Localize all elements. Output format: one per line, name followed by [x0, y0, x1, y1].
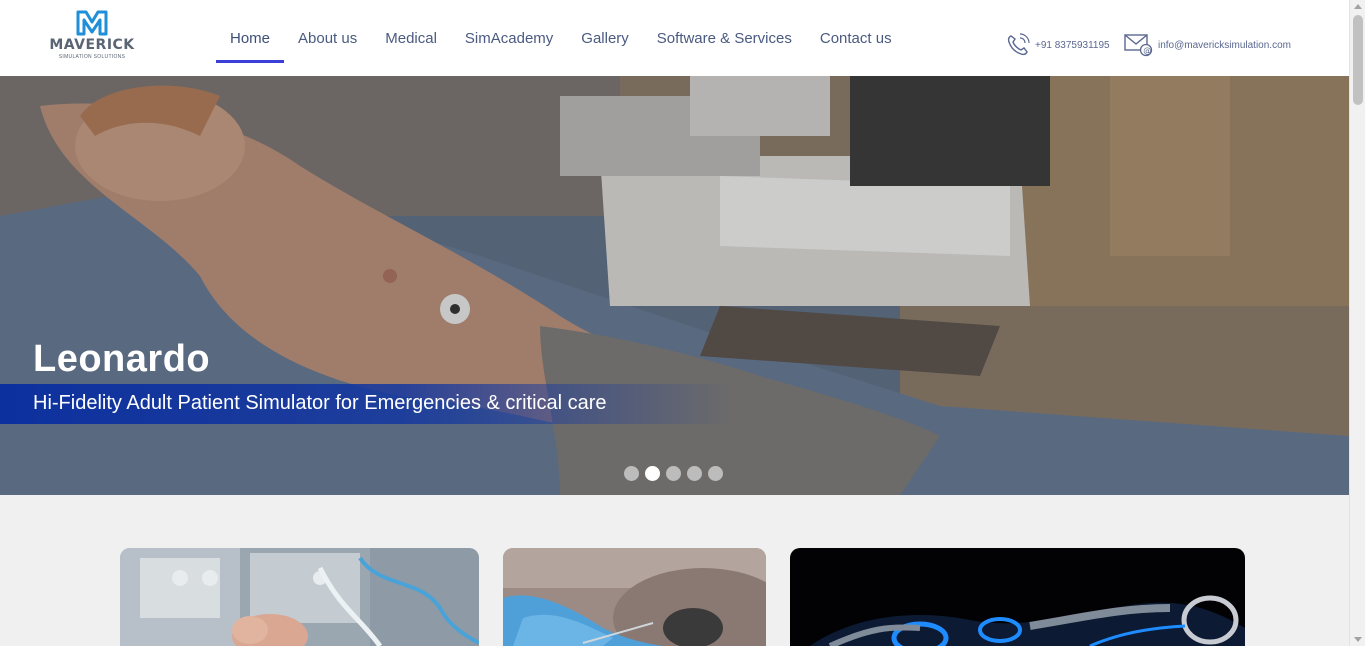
nav-home[interactable]: Home [216, 0, 285, 76]
slider-dot-4[interactable] [687, 466, 702, 481]
neonatal-card-image [120, 548, 479, 646]
phone-icon [1007, 33, 1030, 56]
phone-contact[interactable]: +91 8375931195 [1005, 32, 1110, 58]
hero-title: Leonardo [33, 338, 211, 380]
page-scrollbar[interactable] [1349, 0, 1365, 646]
main-nav: Home About us Medical SimAcademy Gallery… [216, 0, 906, 76]
email-icon: @ [1124, 34, 1153, 57]
slider-dots [624, 466, 723, 481]
procedure-card-image [503, 548, 766, 646]
slider-dot-2[interactable] [645, 466, 660, 481]
scroll-thumb[interactable] [1353, 15, 1363, 105]
scroll-down-arrow-icon[interactable] [1354, 637, 1362, 642]
nav-gallery[interactable]: Gallery [567, 0, 643, 76]
email-contact[interactable]: @ info@mavericksimulation.com [1124, 32, 1291, 58]
nav-about-us[interactable]: About us [284, 0, 371, 76]
hero-subtitle: Hi-Fidelity Adult Patient Simulator for … [33, 392, 607, 414]
procedure-trainer-card[interactable] [503, 548, 766, 646]
slider-dot-3[interactable] [666, 466, 681, 481]
hero-image [0, 76, 1349, 495]
slider-dot-5[interactable] [708, 466, 723, 481]
slider-dot-1[interactable] [624, 466, 639, 481]
nav-contact-us[interactable]: Contact us [806, 0, 906, 76]
logo-wordmark: MAVERICK [49, 37, 135, 53]
scroll-up-arrow-icon[interactable] [1354, 4, 1362, 9]
neonatal-simulator-card[interactable] [120, 548, 479, 646]
maverick-logo[interactable]: MAVERICK SIMULATION SOLUTIONS [46, 10, 141, 62]
nav-software-services[interactable]: Software & Services [643, 0, 806, 76]
logo-tagline: SIMULATION SOLUTIONS [58, 54, 126, 60]
logo-mark-icon [76, 10, 108, 36]
hero-slider: Leonardo Hi-Fidelity Adult Patient Simul… [0, 76, 1349, 495]
svg-text:@: @ [1143, 46, 1151, 55]
nav-medical[interactable]: Medical [371, 0, 451, 76]
nav-simacademy[interactable]: SimAcademy [451, 0, 567, 76]
email-address: info@mavericksimulation.com [1158, 39, 1291, 51]
page: MAVERICK SIMULATION SOLUTIONS Home About… [0, 0, 1365, 646]
robotics-card-image [790, 548, 1245, 646]
site-header: MAVERICK SIMULATION SOLUTIONS Home About… [0, 0, 1349, 76]
phone-number: +91 8375931195 [1035, 39, 1110, 51]
robotics-card[interactable] [790, 548, 1245, 646]
